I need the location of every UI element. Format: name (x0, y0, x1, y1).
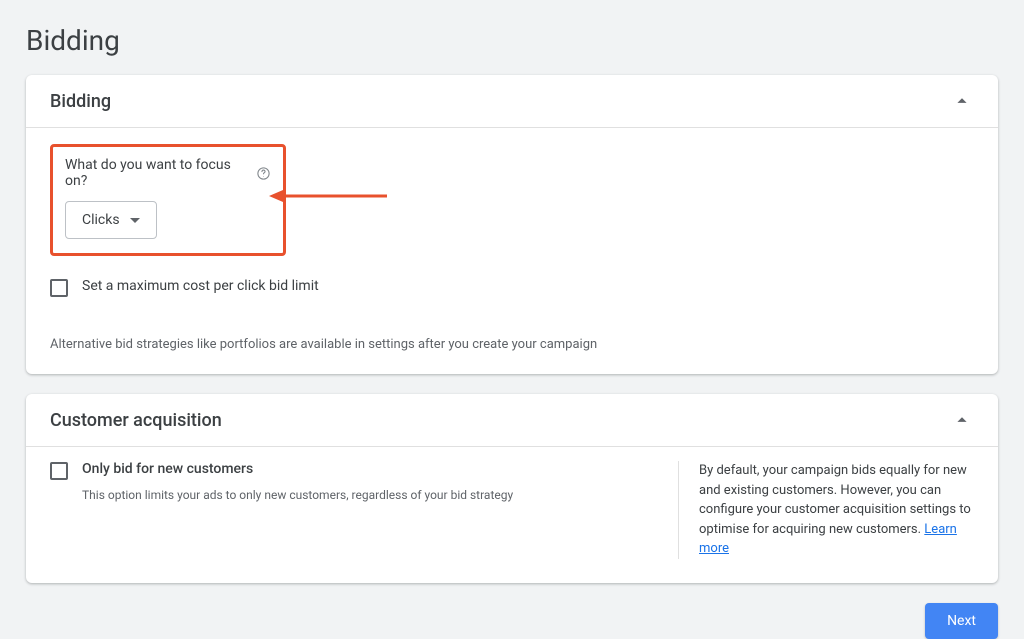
customer-acquisition-header[interactable]: Customer acquisition (26, 394, 998, 447)
max-cpc-checkbox[interactable] (50, 279, 68, 297)
chevron-up-icon (950, 408, 974, 432)
page-title: Bidding (26, 24, 998, 57)
bidding-card: Bidding What do you want to focus on? Cl… (26, 75, 998, 374)
chevron-up-icon (950, 89, 974, 113)
focus-select-value: Clicks (82, 212, 120, 228)
focus-highlight-box: What do you want to focus on? Clicks (50, 144, 286, 256)
focus-label-row: What do you want to focus on? (65, 157, 271, 189)
customer-acquisition-left: Only bid for new customers This option l… (50, 461, 678, 559)
next-button[interactable]: Next (925, 603, 998, 639)
bidding-card-header[interactable]: Bidding (26, 75, 998, 128)
only-new-desc: This option limits your ads to only new … (82, 488, 658, 502)
customer-acquisition-info: By default, your campaign bids equally f… (678, 461, 974, 559)
max-cpc-label: Set a maximum cost per click bid limit (82, 278, 319, 294)
focus-select[interactable]: Clicks (65, 201, 157, 239)
help-icon[interactable] (256, 166, 271, 181)
annotation-arrow-icon (269, 186, 389, 206)
customer-acquisition-body: Only bid for new customers This option l… (26, 447, 998, 583)
alt-strategies-hint: Alternative bid strategies like portfoli… (50, 337, 974, 352)
only-new-checkbox[interactable] (50, 462, 68, 480)
footer-actions: Next (26, 603, 998, 639)
max-cpc-checkbox-row[interactable]: Set a maximum cost per click bid limit (50, 278, 974, 297)
focus-label: What do you want to focus on? (65, 157, 250, 189)
bidding-card-title: Bidding (50, 91, 111, 112)
customer-acquisition-title: Customer acquisition (50, 410, 222, 431)
dropdown-triangle-icon (130, 218, 140, 223)
only-new-checkbox-row[interactable]: Only bid for new customers (50, 461, 658, 480)
bidding-card-body: What do you want to focus on? Clicks Set… (26, 128, 998, 374)
customer-acquisition-card: Customer acquisition Only bid for new cu… (26, 394, 998, 583)
only-new-label: Only bid for new customers (82, 461, 253, 477)
